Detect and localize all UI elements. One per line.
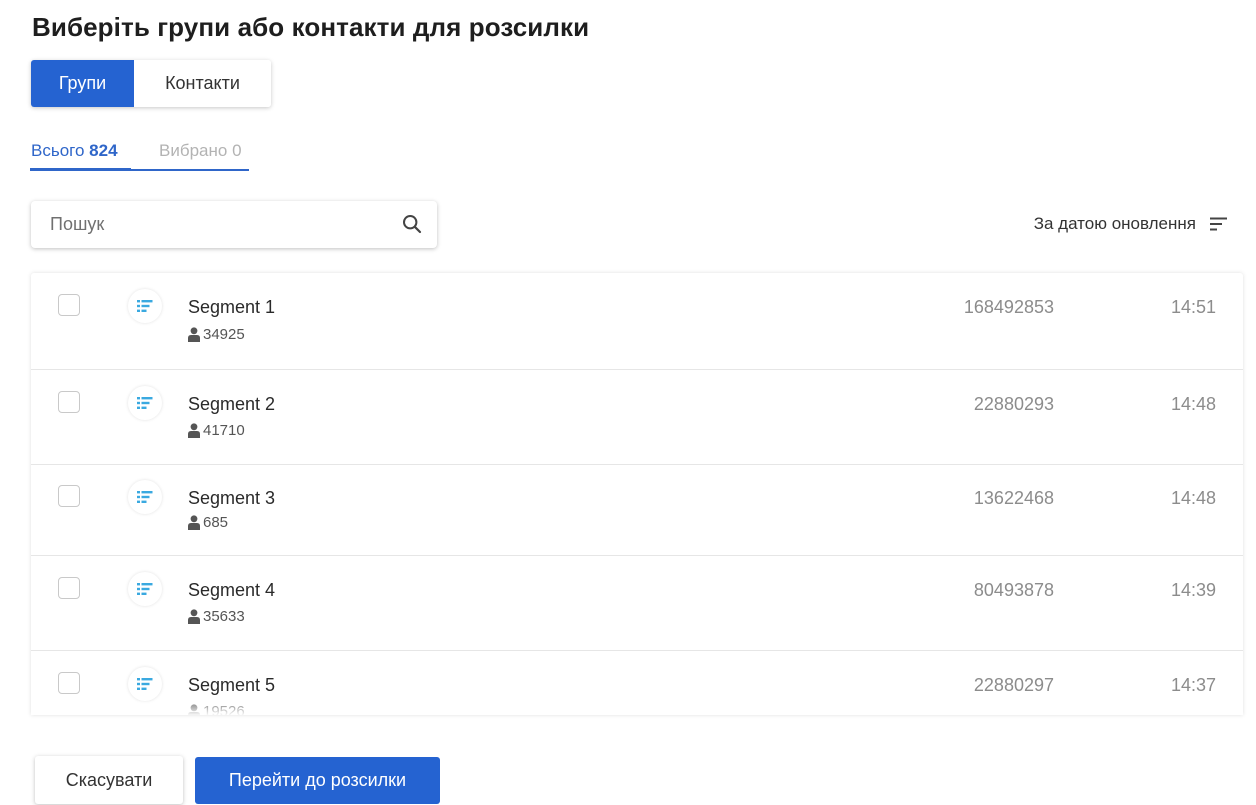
group-number: 13622468 — [973, 488, 1054, 508]
sort-lines-icon — [1210, 217, 1227, 231]
group-number: 22880297 — [973, 675, 1054, 695]
segment-icon — [128, 572, 162, 606]
group-name: Segment 2 — [188, 394, 276, 414]
person-icon — [188, 327, 200, 342]
contact-count: 685 — [203, 514, 229, 531]
search-icon[interactable] — [402, 214, 422, 234]
active-tab-underline — [30, 168, 131, 171]
row-checkbox[interactable] — [58, 672, 80, 694]
contact-count: 35633 — [203, 608, 245, 625]
group-name: Segment 4 — [188, 580, 276, 600]
group-contacts: 41710 — [188, 422, 245, 439]
row-checkbox[interactable] — [58, 294, 80, 316]
tab-selected-count: 0 — [232, 141, 242, 160]
tab-total[interactable]: Всього 824 — [31, 140, 131, 169]
segment-icon — [128, 480, 162, 514]
group-name: Segment 5 — [188, 675, 276, 695]
groups-list: Segment 1 34925 168492853 14:51 Segment … — [31, 273, 1243, 715]
page-title: Виберіть групи або контакти для розсилки — [32, 12, 590, 42]
group-time: 14:51 — [1170, 297, 1216, 317]
contact-count: 41710 — [203, 422, 245, 439]
group-name: Segment 3 — [188, 488, 276, 508]
tab-selected[interactable]: Вибрано 0 — [159, 140, 242, 169]
group-number: 168492853 — [963, 297, 1054, 317]
list-item[interactable]: Segment 2 41710 22880293 14:48 — [31, 370, 1243, 465]
list-item[interactable]: Segment 5 19526 22880297 14:37 — [31, 651, 1243, 715]
row-checkbox[interactable] — [58, 391, 80, 413]
group-number: 80493878 — [973, 580, 1054, 600]
segment-icon — [128, 386, 162, 420]
segment-icon — [128, 289, 162, 323]
row-checkbox[interactable] — [58, 485, 80, 507]
segment-icon — [128, 667, 162, 701]
list-item[interactable]: Segment 3 685 13622468 14:48 — [31, 465, 1243, 556]
group-name: Segment 1 — [188, 297, 276, 317]
person-icon — [188, 423, 200, 438]
list-item[interactable]: Segment 1 34925 168492853 14:51 — [31, 273, 1243, 370]
contact-count: 19526 — [203, 703, 245, 715]
search-input[interactable] — [31, 201, 391, 248]
go-to-mailing-button[interactable]: Перейти до розсилки — [195, 757, 440, 804]
group-time: 14:48 — [1170, 488, 1216, 508]
sort-control[interactable]: За датою оновлення — [1034, 214, 1228, 234]
tab-total-label: Всього — [31, 141, 85, 160]
type-toggle: Групи Контакти — [31, 60, 271, 107]
group-contacts: 685 — [188, 514, 228, 531]
group-time: 14:48 — [1170, 394, 1216, 414]
group-contacts: 34925 — [188, 326, 245, 343]
contact-count: 34925 — [203, 326, 245, 343]
count-tabs: Всього 824 Вибрано 0 — [30, 140, 249, 171]
sort-label: За датою оновлення — [1033, 214, 1196, 233]
person-icon — [188, 704, 200, 715]
toggle-groups-button[interactable]: Групи — [31, 60, 134, 107]
cancel-button[interactable]: Скасувати — [35, 756, 183, 804]
search-box — [31, 201, 437, 248]
group-number: 22880293 — [973, 394, 1054, 414]
group-contacts: 19526 — [188, 703, 245, 715]
person-icon — [188, 515, 200, 530]
toggle-contacts-button[interactable]: Контакти — [134, 60, 271, 107]
group-time: 14:39 — [1170, 580, 1216, 600]
group-contacts: 35633 — [188, 608, 245, 625]
row-checkbox[interactable] — [58, 577, 80, 599]
tab-selected-label: Вибрано — [159, 141, 228, 160]
person-icon — [188, 609, 200, 624]
group-time: 14:37 — [1170, 675, 1216, 695]
list-item[interactable]: Segment 4 35633 80493878 14:39 — [31, 556, 1243, 651]
tab-total-count: 824 — [89, 141, 118, 160]
